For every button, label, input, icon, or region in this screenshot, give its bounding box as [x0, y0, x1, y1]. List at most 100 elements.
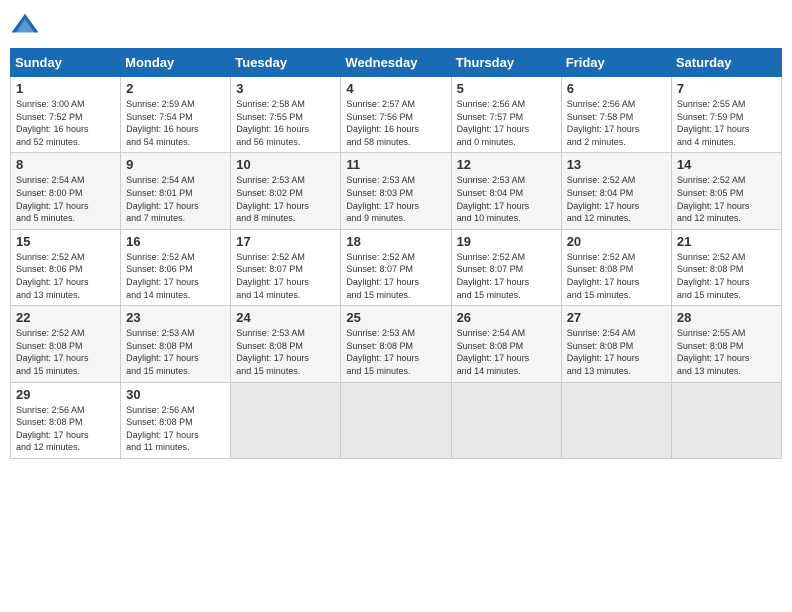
day-info: Sunrise: 2:55 AM Sunset: 8:08 PM Dayligh…	[677, 327, 776, 377]
calendar-table: SundayMondayTuesdayWednesdayThursdayFrid…	[10, 48, 782, 459]
day-number: 8	[16, 157, 115, 172]
calendar-cell	[671, 382, 781, 458]
day-info: Sunrise: 2:53 AM Sunset: 8:08 PM Dayligh…	[346, 327, 445, 377]
calendar-cell	[451, 382, 561, 458]
calendar-cell: 14Sunrise: 2:52 AM Sunset: 8:05 PM Dayli…	[671, 153, 781, 229]
day-number: 26	[457, 310, 556, 325]
calendar-cell: 8 Sunrise: 2:54 AM Sunset: 8:00 PM Daylig…	[11, 153, 121, 229]
calendar-cell: 28 Sunrise: 2:55 AM Sunset: 8:08 PM Dayli…	[671, 306, 781, 382]
day-number: 1	[16, 81, 115, 96]
day-info: Sunrise: 2:53 AM Sunset: 8:08 PM Dayligh…	[126, 327, 225, 377]
day-info: Sunrise: 2:52 AM Sunset: 8:06 PM Dayligh…	[16, 251, 115, 301]
day-info: Sunrise: 2:54 AM Sunset: 8:01 PM Dayligh…	[126, 174, 225, 224]
day-number: 10	[236, 157, 335, 172]
day-info: Sunrise: 2:53 AM Sunset: 8:08 PM Dayligh…	[236, 327, 335, 377]
day-number: 22	[16, 310, 115, 325]
day-number: 29	[16, 387, 115, 402]
day-number: 21	[677, 234, 776, 249]
day-number: 17	[236, 234, 335, 249]
day-info: Sunrise: 2:55 AM Sunset: 7:59 PM Dayligh…	[677, 98, 776, 148]
calendar-cell: 26 Sunrise: 2:54 AM Sunset: 8:08 PM Dayli…	[451, 306, 561, 382]
calendar-cell: 13Sunrise: 2:52 AM Sunset: 8:04 PM Dayli…	[561, 153, 671, 229]
day-number: 19	[457, 234, 556, 249]
day-info: Sunrise: 2:52 AM Sunset: 8:08 PM Dayligh…	[567, 251, 666, 301]
calendar-cell: 19 Sunrise: 2:52 AM Sunset: 8:07 PM Dayli…	[451, 229, 561, 305]
page-header	[10, 10, 782, 40]
calendar-cell: 9Sunrise: 2:54 AM Sunset: 8:01 PM Daylig…	[121, 153, 231, 229]
day-info: Sunrise: 2:54 AM Sunset: 8:08 PM Dayligh…	[457, 327, 556, 377]
day-info: Sunrise: 3:00 AM Sunset: 7:52 PM Dayligh…	[16, 98, 115, 148]
day-number: 12	[457, 157, 556, 172]
calendar-cell: 10 Sunrise: 2:53 AM Sunset: 8:02 PM Dayli…	[231, 153, 341, 229]
day-number: 6	[567, 81, 666, 96]
day-number: 14	[677, 157, 776, 172]
calendar-week-1: 1 Sunrise: 3:00 AM Sunset: 7:52 PM Daylig…	[11, 77, 782, 153]
day-number: 11	[346, 157, 445, 172]
calendar-cell: 22 Sunrise: 2:52 AM Sunset: 8:08 PM Dayli…	[11, 306, 121, 382]
day-info: Sunrise: 2:57 AM Sunset: 7:56 PM Dayligh…	[346, 98, 445, 148]
calendar-cell: 25 Sunrise: 2:53 AM Sunset: 8:08 PM Dayli…	[341, 306, 451, 382]
header-sunday: Sunday	[11, 49, 121, 77]
calendar-cell: 16 Sunrise: 2:52 AM Sunset: 8:06 PM Dayli…	[121, 229, 231, 305]
day-info: Sunrise: 2:54 AM Sunset: 8:00 PM Dayligh…	[16, 174, 115, 224]
calendar-cell: 30 Sunrise: 2:56 AM Sunset: 8:08 PM Dayli…	[121, 382, 231, 458]
day-info: Sunrise: 2:52 AM Sunset: 8:06 PM Dayligh…	[126, 251, 225, 301]
calendar-cell	[231, 382, 341, 458]
calendar-week-3: 15 Sunrise: 2:52 AM Sunset: 8:06 PM Dayli…	[11, 229, 782, 305]
header-monday: Monday	[121, 49, 231, 77]
day-info: Sunrise: 2:52 AM Sunset: 8:07 PM Dayligh…	[236, 251, 335, 301]
day-info: Sunrise: 2:53 AM Sunset: 8:03 PM Dayligh…	[346, 174, 445, 224]
day-number: 28	[677, 310, 776, 325]
day-number: 18	[346, 234, 445, 249]
calendar-cell: 21 Sunrise: 2:52 AM Sunset: 8:08 PM Dayli…	[671, 229, 781, 305]
calendar-cell: 5Sunrise: 2:56 AM Sunset: 7:57 PM Daylig…	[451, 77, 561, 153]
day-number: 25	[346, 310, 445, 325]
day-info: Sunrise: 2:56 AM Sunset: 8:08 PM Dayligh…	[126, 404, 225, 454]
calendar-cell: 18 Sunrise: 2:52 AM Sunset: 8:07 PM Dayli…	[341, 229, 451, 305]
calendar-cell: 15 Sunrise: 2:52 AM Sunset: 8:06 PM Dayli…	[11, 229, 121, 305]
header-thursday: Thursday	[451, 49, 561, 77]
calendar-cell: 17 Sunrise: 2:52 AM Sunset: 8:07 PM Dayli…	[231, 229, 341, 305]
calendar-header-row: SundayMondayTuesdayWednesdayThursdayFrid…	[11, 49, 782, 77]
header-friday: Friday	[561, 49, 671, 77]
calendar-cell: 4 Sunrise: 2:57 AM Sunset: 7:56 PM Daylig…	[341, 77, 451, 153]
day-number: 5	[457, 81, 556, 96]
day-number: 16	[126, 234, 225, 249]
day-info: Sunrise: 2:56 AM Sunset: 8:08 PM Dayligh…	[16, 404, 115, 454]
calendar-cell: 27 Sunrise: 2:54 AM Sunset: 8:08 PM Dayli…	[561, 306, 671, 382]
header-tuesday: Tuesday	[231, 49, 341, 77]
header-wednesday: Wednesday	[341, 49, 451, 77]
day-number: 30	[126, 387, 225, 402]
calendar-cell	[341, 382, 451, 458]
logo	[10, 10, 44, 40]
calendar-cell: 1 Sunrise: 3:00 AM Sunset: 7:52 PM Daylig…	[11, 77, 121, 153]
day-number: 4	[346, 81, 445, 96]
day-info: Sunrise: 2:52 AM Sunset: 8:08 PM Dayligh…	[16, 327, 115, 377]
day-info: Sunrise: 2:53 AM Sunset: 8:02 PM Dayligh…	[236, 174, 335, 224]
day-info: Sunrise: 2:52 AM Sunset: 8:07 PM Dayligh…	[346, 251, 445, 301]
day-number: 3	[236, 81, 335, 96]
day-number: 7	[677, 81, 776, 96]
logo-icon	[10, 10, 40, 40]
calendar-cell: 6 Sunrise: 2:56 AM Sunset: 7:58 PM Daylig…	[561, 77, 671, 153]
calendar-week-4: 22 Sunrise: 2:52 AM Sunset: 8:08 PM Dayli…	[11, 306, 782, 382]
day-number: 2	[126, 81, 225, 96]
calendar-cell: 29 Sunrise: 2:56 AM Sunset: 8:08 PM Dayli…	[11, 382, 121, 458]
calendar-week-5: 29 Sunrise: 2:56 AM Sunset: 8:08 PM Dayli…	[11, 382, 782, 458]
calendar-cell: 23 Sunrise: 2:53 AM Sunset: 8:08 PM Dayli…	[121, 306, 231, 382]
day-info: Sunrise: 2:52 AM Sunset: 8:08 PM Dayligh…	[677, 251, 776, 301]
calendar-cell: 7 Sunrise: 2:55 AM Sunset: 7:59 PM Daylig…	[671, 77, 781, 153]
day-info: Sunrise: 2:56 AM Sunset: 7:58 PM Dayligh…	[567, 98, 666, 148]
day-info: Sunrise: 2:52 AM Sunset: 8:07 PM Dayligh…	[457, 251, 556, 301]
day-number: 15	[16, 234, 115, 249]
day-number: 27	[567, 310, 666, 325]
calendar-cell	[561, 382, 671, 458]
day-number: 23	[126, 310, 225, 325]
header-saturday: Saturday	[671, 49, 781, 77]
day-number: 20	[567, 234, 666, 249]
calendar-cell: 3Sunrise: 2:58 AM Sunset: 7:55 PM Daylig…	[231, 77, 341, 153]
day-info: Sunrise: 2:54 AM Sunset: 8:08 PM Dayligh…	[567, 327, 666, 377]
calendar-cell: 2Sunrise: 2:59 AM Sunset: 7:54 PM Daylig…	[121, 77, 231, 153]
day-info: Sunrise: 2:53 AM Sunset: 8:04 PM Dayligh…	[457, 174, 556, 224]
calendar-cell: 11 Sunrise: 2:53 AM Sunset: 8:03 PM Dayli…	[341, 153, 451, 229]
